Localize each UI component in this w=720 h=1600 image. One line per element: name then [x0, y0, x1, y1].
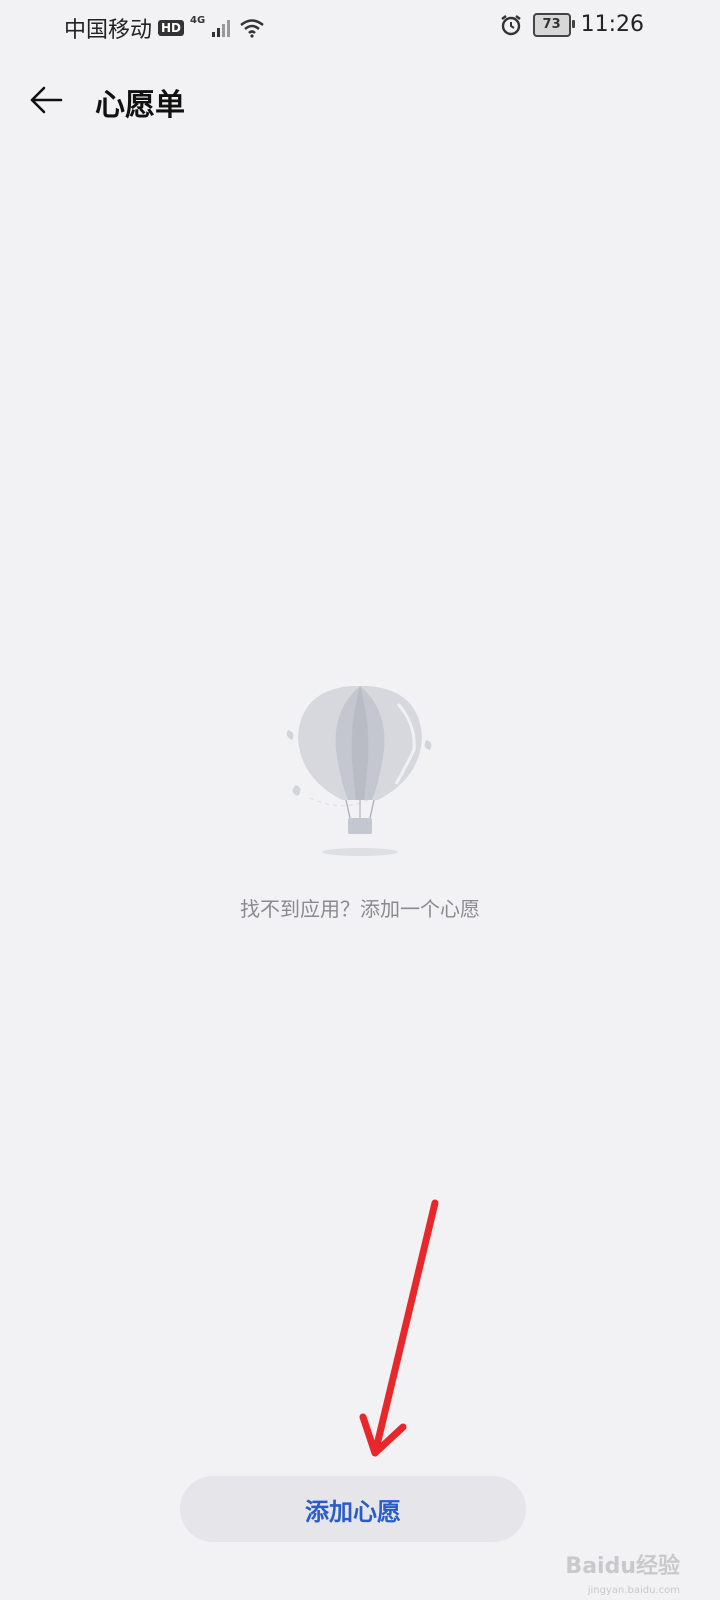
carrier-group: 中国移动 HD 4G — [64, 12, 265, 44]
empty-state-message: 找不到应用？添加一个心愿 — [240, 897, 480, 921]
clock: 11:26 — [580, 12, 644, 37]
hot-air-balloon-icon — [286, 686, 432, 856]
battery-icon: 73 — [532, 12, 575, 37]
wifi-icon — [240, 19, 264, 38]
back-button[interactable] — [24, 78, 68, 122]
battery-level: 73 — [542, 17, 561, 32]
watermark: Baidu经验 — [565, 1554, 680, 1579]
network-type: 4G — [190, 14, 206, 26]
status-bar: 中国移动 HD 4G 73 11:26 — [0, 0, 720, 56]
page-title: 心愿单 — [95, 88, 185, 123]
app-bar: 心愿单 — [0, 70, 720, 130]
status-right: 73 11:26 — [499, 12, 644, 37]
hd-badge: HD — [158, 20, 185, 36]
watermark-sub: jingyan.baidu.com — [587, 1585, 680, 1596]
signal-icon — [212, 20, 231, 37]
carrier-name: 中国移动 — [64, 18, 153, 43]
annotation-arrow-icon — [359, 1199, 439, 1457]
add-wish-button[interactable]: 添加心愿 — [180, 1476, 526, 1542]
alarm-icon — [500, 14, 521, 35]
arrow-left-icon — [30, 86, 63, 114]
empty-state-illustration — [280, 680, 440, 870]
